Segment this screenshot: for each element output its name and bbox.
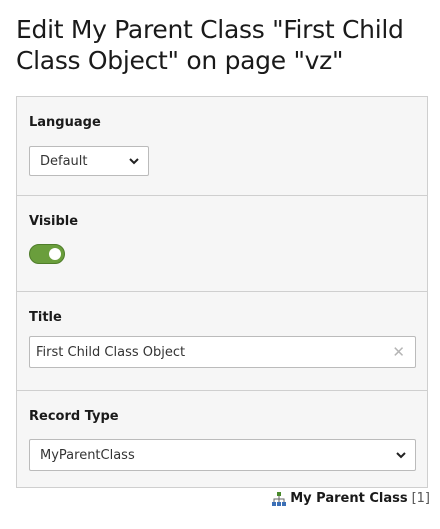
visible-label: Visible bbox=[29, 214, 79, 229]
title-section: Title First Child Class Object ✕ bbox=[17, 292, 427, 391]
language-select[interactable]: Default bbox=[29, 146, 149, 176]
record-type-label: Record Type bbox=[29, 409, 119, 424]
language-label: Language bbox=[29, 115, 101, 130]
record-type-select[interactable]: MyParentClass bbox=[29, 439, 416, 471]
record-type-select-value: MyParentClass bbox=[40, 448, 135, 463]
title-label: Title bbox=[29, 310, 62, 325]
visible-section: Visible bbox=[17, 196, 427, 292]
visible-toggle[interactable] bbox=[29, 244, 65, 264]
toggle-knob bbox=[49, 248, 61, 260]
record-uid: [1] bbox=[411, 491, 430, 506]
clear-icon[interactable]: ✕ bbox=[392, 343, 405, 361]
record-name: My Parent Class bbox=[290, 491, 408, 506]
language-select-value: Default bbox=[40, 154, 88, 169]
language-section: Language Default bbox=[17, 97, 427, 196]
record-info: My Parent Class [1] bbox=[272, 491, 430, 506]
title-input-value: First Child Class Object bbox=[36, 345, 186, 360]
title-input[interactable]: First Child Class Object ✕ bbox=[29, 336, 416, 368]
page-title: Edit My Parent Class "First Child Class … bbox=[16, 15, 404, 75]
record-type-section: Record Type MyParentClass bbox=[17, 391, 427, 487]
record-tree-icon bbox=[272, 491, 287, 506]
chevron-down-icon bbox=[396, 452, 406, 459]
chevron-down-icon bbox=[129, 158, 139, 165]
edit-form-panel: Language Default Visible Title First Chi… bbox=[16, 96, 428, 488]
